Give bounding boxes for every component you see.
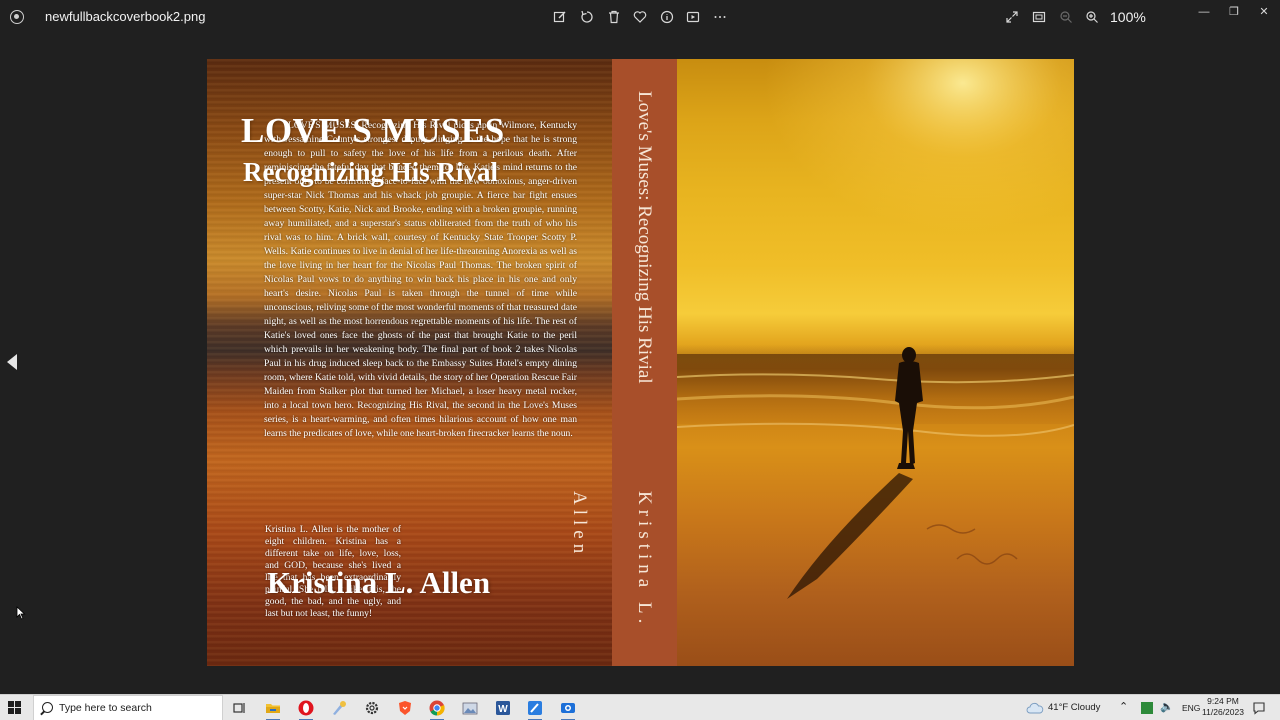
file-explorer-icon[interactable]	[264, 699, 282, 720]
spine-title: Love's Muses: Recognizing His Rivial	[634, 91, 655, 384]
slideshow-icon[interactable]	[684, 8, 702, 26]
info-icon[interactable]	[658, 8, 676, 26]
opera-icon[interactable]	[297, 699, 315, 720]
mouse-cursor-icon	[16, 606, 26, 620]
word-icon[interactable]: W	[494, 699, 512, 717]
zoom-level[interactable]: 100%	[1110, 9, 1146, 25]
close-button[interactable]: ✕	[1249, 2, 1279, 22]
front-subtitle: Recognizing His Rival	[243, 157, 498, 187]
photos-app-icon	[10, 10, 24, 24]
taskbar-search-box[interactable]: Type here to search	[33, 695, 223, 720]
brave-icon[interactable]	[396, 699, 414, 717]
notifications-icon[interactable]	[1252, 701, 1266, 715]
windows-start-icon[interactable]	[8, 701, 22, 715]
front-cover	[677, 59, 1074, 666]
fullscreen-icon[interactable]	[1003, 8, 1021, 26]
edit-icon[interactable]	[551, 8, 569, 26]
app-tray-icon[interactable]	[1141, 702, 1153, 714]
front-author: Kristina L. Allen	[267, 565, 491, 600]
task-view-icon[interactable]	[231, 699, 249, 717]
more-icon[interactable]	[711, 8, 729, 26]
beach-scene	[677, 59, 1074, 599]
fit-window-icon[interactable]	[1030, 8, 1048, 26]
front-title: LOVE'S MUSES	[241, 111, 505, 150]
spine-author: Kristina L. Allen	[569, 491, 655, 629]
search-icon	[42, 702, 53, 713]
volume-icon[interactable]: 🔈	[1160, 700, 1174, 713]
settings-icon[interactable]	[363, 699, 381, 717]
favorite-icon[interactable]	[631, 8, 649, 26]
taskbar: Type here to search W 41°F Cloudy ⌃ 🔈 EN…	[0, 694, 1280, 720]
paint-icon[interactable]	[330, 699, 348, 717]
file-name: newfullbackcoverbook2.png	[45, 9, 206, 24]
clock-time: 9:24 PM	[1207, 696, 1239, 706]
zoom-out-icon[interactable]	[1057, 8, 1075, 26]
previous-image-icon[interactable]	[4, 350, 20, 374]
delete-icon[interactable]	[605, 8, 623, 26]
camera-icon[interactable]	[559, 699, 577, 720]
svg-text:W: W	[498, 704, 508, 715]
show-hidden-icons-icon[interactable]: ⌃	[1119, 700, 1128, 713]
minimize-button[interactable]: —	[1189, 2, 1219, 22]
book-cover-image: LOVE'S MUSES, Recognizing His Rival pick…	[207, 59, 1074, 666]
chrome-icon[interactable]	[428, 699, 446, 720]
weather-text[interactable]: 41°F Cloudy	[1048, 702, 1100, 713]
restore-button[interactable]: ❐	[1219, 2, 1249, 22]
language-indicator[interactable]: ENG	[1182, 703, 1200, 713]
zoom-in-icon[interactable]	[1083, 8, 1101, 26]
taskbar-clock[interactable]: 9:24 PM 11/26/2023	[1200, 696, 1246, 718]
paint-3d-icon[interactable]	[526, 699, 544, 720]
title-bar: newfullbackcoverbook2.png 100% — ❐ ✕	[0, 0, 1280, 34]
rotate-icon[interactable]	[578, 8, 596, 26]
weather-cloud-icon[interactable]	[1026, 701, 1044, 715]
image-viewer: LOVE'S MUSES, Recognizing His Rival pick…	[0, 34, 1280, 694]
search-placeholder: Type here to search	[59, 702, 152, 714]
photos-viewer-icon[interactable]	[461, 699, 479, 717]
clock-date: 11/26/2023	[1202, 707, 1244, 717]
